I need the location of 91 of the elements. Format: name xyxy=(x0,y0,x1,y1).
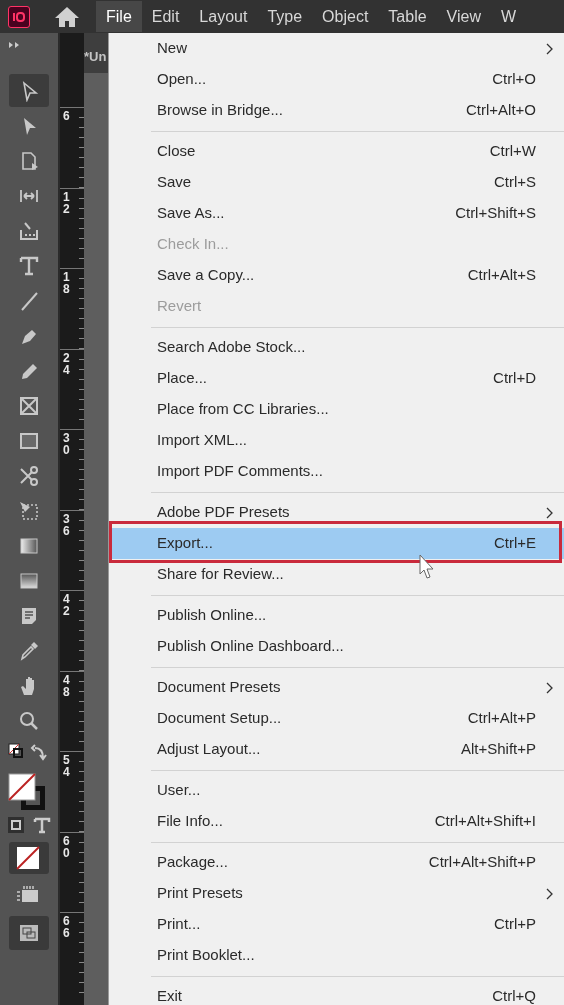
menu-item[interactable]: Type xyxy=(257,1,313,32)
tool-button[interactable] xyxy=(9,74,49,107)
menu-label: Export... xyxy=(157,533,213,554)
menu-entry[interactable]: Adjust Layout... Alt+Shift+P xyxy=(109,734,564,765)
menu-label: Publish Online Dashboard... xyxy=(157,636,344,657)
menu-entry[interactable]: Search Adobe Stock... xyxy=(109,332,564,363)
menu-entry[interactable]: Close Ctrl+W xyxy=(109,136,564,167)
menu-label: Share for Review... xyxy=(157,564,284,585)
menu-label: Place from CC Libraries... xyxy=(157,399,329,420)
shortcut-text: Alt+Shift+P xyxy=(460,739,536,760)
frame-icon xyxy=(18,394,40,417)
menu-label: Search Adobe Stock... xyxy=(157,337,306,358)
menu-label: Document Setup... xyxy=(157,708,282,729)
menu-entry[interactable]: Save Ctrl+S xyxy=(109,167,564,198)
menu-entry[interactable]: Publish Online Dashboard... xyxy=(109,631,564,662)
menu-label: Package... xyxy=(157,852,228,873)
menu-entry[interactable]: Adobe PDF Presets xyxy=(109,497,564,528)
menu-label: File Info... xyxy=(157,811,223,832)
menu-entry[interactable]: Place from CC Libraries... xyxy=(109,394,564,425)
menu-entry[interactable]: User... xyxy=(109,775,564,806)
menu-entry[interactable]: Save As... Ctrl+Shift+S xyxy=(109,198,564,229)
menu-label: Close xyxy=(157,141,196,162)
menu-item[interactable]: File xyxy=(96,1,142,32)
menu-entry[interactable]: Save a Copy... Ctrl+Alt+S xyxy=(109,260,564,291)
menu-item[interactable]: Layout xyxy=(189,1,258,32)
search-icon xyxy=(18,709,40,732)
menu-entry[interactable]: New xyxy=(109,33,564,64)
apply-none-icon[interactable] xyxy=(9,842,49,874)
menu-label: Place... xyxy=(157,368,208,389)
menu-entry[interactable]: Browse in Bridge... Ctrl+Alt+O xyxy=(109,95,564,126)
menu-entry[interactable]: Open... Ctrl+O xyxy=(109,64,564,95)
menu-entry[interactable]: Publish Online... xyxy=(109,600,564,631)
menu-entry[interactable]: Print Booklet... xyxy=(109,940,564,971)
app-logo xyxy=(8,5,30,28)
menu-entry[interactable]: Exit Ctrl+Q xyxy=(109,981,564,1005)
menu-item[interactable]: W xyxy=(491,1,527,32)
menu-label: Adobe PDF Presets xyxy=(157,502,290,523)
menu-label: New xyxy=(157,38,187,59)
menu-item[interactable]: View xyxy=(436,1,491,32)
container-icon[interactable] xyxy=(7,816,25,834)
menu-label: Exit xyxy=(157,986,182,1005)
menu-label: Check In... xyxy=(157,234,229,255)
menu-entry[interactable]: Package... Ctrl+Alt+Shift+P xyxy=(109,847,564,878)
shortcut-text: Ctrl+O xyxy=(492,69,536,90)
scissors-icon xyxy=(18,464,40,487)
shortcut-text: Ctrl+Alt+S xyxy=(467,265,536,286)
menu-entry[interactable]: Share for Review... xyxy=(109,559,564,590)
menu-item[interactable]: Table xyxy=(378,1,437,32)
menu-label: Browse in Bridge... xyxy=(157,100,283,121)
menu-label: Print Booklet... xyxy=(157,945,255,966)
menu-label: Save xyxy=(157,172,192,193)
menu-label: Open... xyxy=(157,69,207,90)
menu-label: Print... xyxy=(157,914,201,935)
menu-label: Print Presets xyxy=(157,883,243,904)
shortcut-text: Ctrl+Alt+Shift+I xyxy=(434,811,536,832)
menu-item[interactable]: Object xyxy=(312,1,379,32)
menu-entry[interactable]: Print... Ctrl+P xyxy=(109,909,564,940)
type-tool-icon xyxy=(18,254,40,277)
menu-label: Save a Copy... xyxy=(157,265,255,286)
menu-label: Document Presets xyxy=(157,677,281,698)
shortcut-text: Ctrl+D xyxy=(493,368,536,389)
menu-label: User... xyxy=(157,780,201,801)
menu-entry[interactable]: Document Presets xyxy=(109,672,564,703)
menu-label: Publish Online... xyxy=(157,605,267,626)
menu-label: Save As... xyxy=(157,203,225,224)
text-format-icon[interactable] xyxy=(33,816,51,834)
menu-entry[interactable]: Print Presets xyxy=(109,878,564,909)
shortcut-text: Ctrl+S xyxy=(493,172,536,193)
shortcut-text: Ctrl+Shift+S xyxy=(455,203,536,224)
menu-label: Import PDF Comments... xyxy=(157,461,323,482)
shortcut-text: Ctrl+P xyxy=(493,914,536,935)
menu-entry[interactable]: Document Setup... Ctrl+Alt+P xyxy=(109,703,564,734)
menu-entry[interactable]: Export... Ctrl+E xyxy=(109,528,564,559)
shortcut-text: Ctrl+Alt+Shift+P xyxy=(428,852,536,873)
menu-item[interactable]: Edit xyxy=(141,1,190,32)
home-icon[interactable] xyxy=(54,5,80,28)
shortcut-text: Ctrl+Alt+O xyxy=(465,100,536,121)
menu-entry[interactable]: Import XML... xyxy=(109,425,564,456)
shortcut-text: Ctrl+Alt+P xyxy=(467,708,536,729)
shortcut-text: Ctrl+W xyxy=(489,141,536,162)
view-mode-icon[interactable] xyxy=(9,916,49,950)
shortcut-text: Ctrl+Q xyxy=(492,986,536,1005)
menu-entry[interactable]: Import PDF Comments... xyxy=(109,456,564,487)
menu-entry[interactable]: File Info... Ctrl+Alt+Shift+I xyxy=(109,806,564,837)
eyedropper-icon xyxy=(18,639,40,662)
menu-label: Revert xyxy=(157,296,202,317)
menu-label: Adjust Layout... xyxy=(157,739,261,760)
free-transform-icon xyxy=(18,499,40,522)
menu-label: Import XML... xyxy=(157,430,248,451)
menu-entry[interactable]: Place... Ctrl+D xyxy=(109,363,564,394)
shortcut-text: Ctrl+E xyxy=(493,533,536,554)
